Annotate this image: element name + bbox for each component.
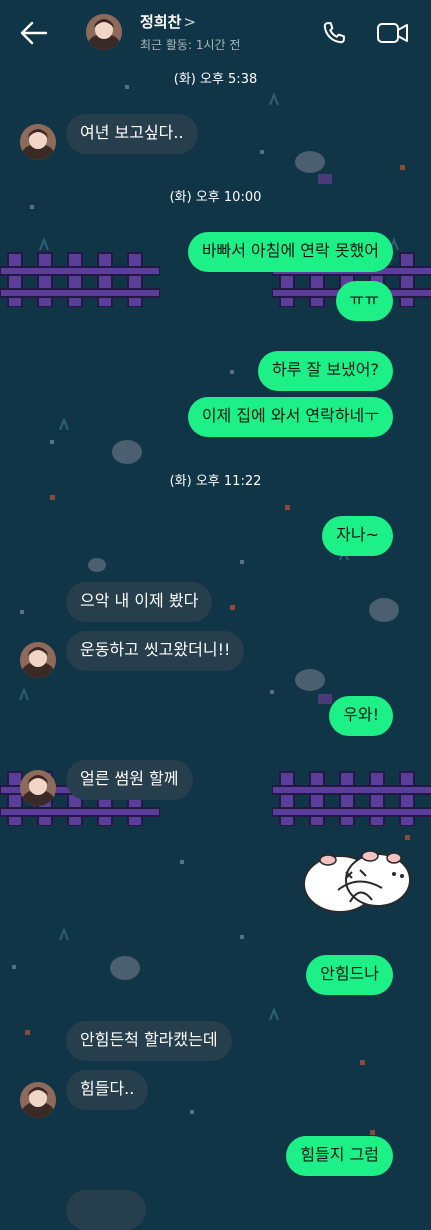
pixel-art-background <box>0 0 431 1200</box>
contact-avatar[interactable] <box>86 14 122 50</box>
outgoing-message[interactable]: 힘들지 그럼 <box>286 1136 393 1176</box>
outgoing-message[interactable]: 우와! <box>329 696 393 736</box>
timestamp: (화) 오후 5:38 <box>173 72 258 87</box>
outgoing-message[interactable]: ㅠㅠ <box>335 281 393 321</box>
sender-avatar[interactable] <box>20 642 56 678</box>
outgoing-message[interactable]: 하루 잘 보냈어? <box>258 351 393 391</box>
hug-sticker-icon[interactable] <box>298 844 416 916</box>
fence-left-top <box>0 252 160 307</box>
phone-icon[interactable] <box>320 19 348 51</box>
incoming-message[interactable]: 으악 내 이제 봤다 <box>66 582 213 622</box>
sender-avatar[interactable] <box>20 124 56 160</box>
sender-avatar[interactable] <box>20 1082 56 1118</box>
timestamp: (화) 오후 10:00 <box>169 190 262 205</box>
outgoing-message[interactable]: 바빠서 아침에 연락 못했어 <box>187 232 393 272</box>
outgoing-message[interactable]: 이제 집에 와서 연락하네ㅜ <box>187 397 393 437</box>
back-arrow-icon[interactable] <box>18 20 48 50</box>
incoming-message-partial[interactable] <box>66 1190 146 1230</box>
incoming-message[interactable]: 여년 보고싶다.. <box>66 114 198 154</box>
outgoing-message[interactable]: 자나~ <box>322 516 393 556</box>
chat-header: 정희찬 > 최근 활동: 1시간 전 <box>0 0 431 66</box>
outgoing-message[interactable]: 안힘드나 <box>306 955 393 995</box>
sender-avatar[interactable] <box>20 770 56 806</box>
incoming-message[interactable]: 얼른 썸원 할께 <box>66 760 193 800</box>
incoming-message[interactable]: 힘들다.. <box>66 1070 149 1110</box>
incoming-message[interactable]: 운동하고 씻고왔더니!! <box>66 631 245 671</box>
contact-name[interactable]: 정희찬 > <box>140 11 196 32</box>
fence-right-bottom <box>272 771 431 826</box>
video-camera-icon[interactable] <box>376 20 410 50</box>
incoming-message[interactable]: 안힘든척 할라캤는데 <box>66 1021 232 1061</box>
last-active-status: 최근 활동: 1시간 전 <box>140 38 241 52</box>
timestamp: (화) 오후 11:22 <box>169 474 262 489</box>
